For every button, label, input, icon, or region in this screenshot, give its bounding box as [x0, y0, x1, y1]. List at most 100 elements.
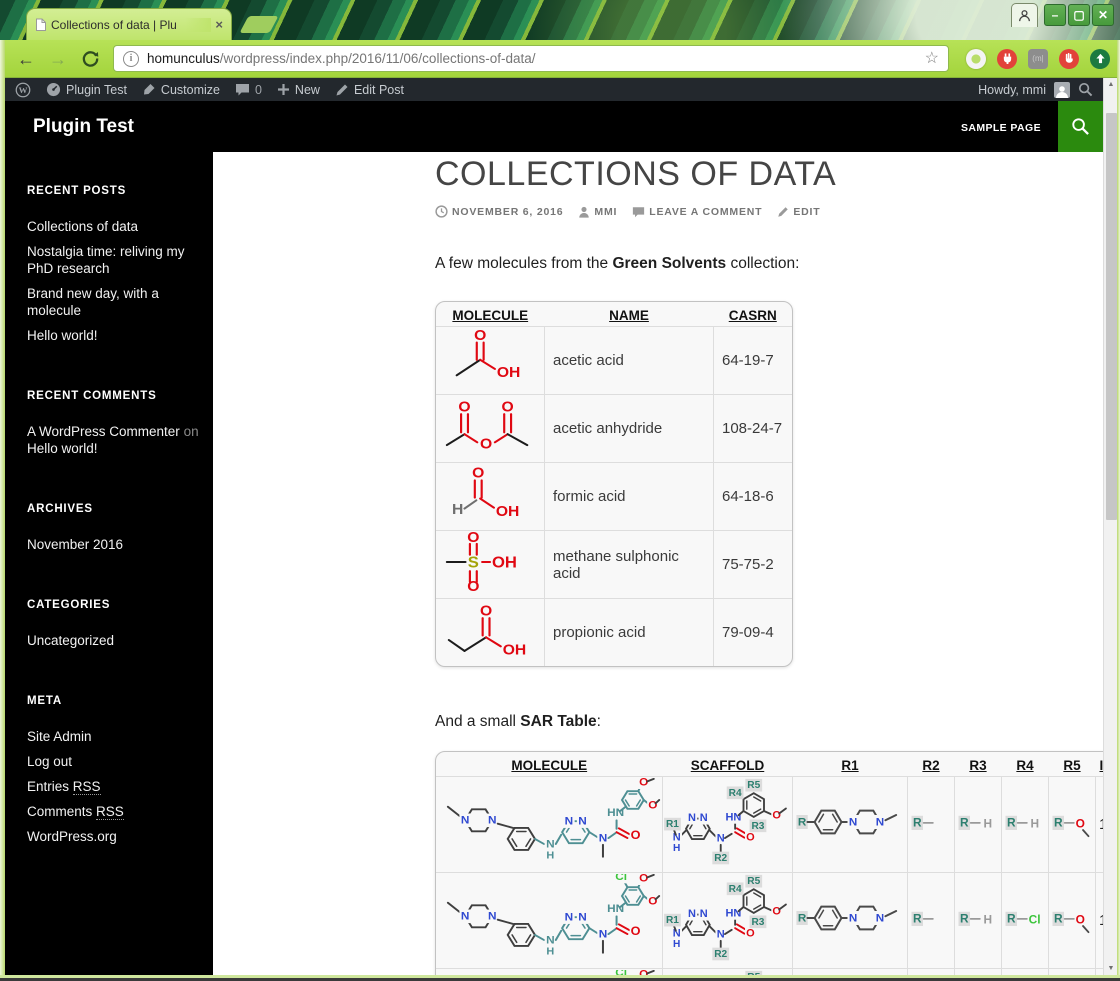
sidebar-link[interactable]: Collections of data: [27, 218, 195, 235]
svg-text:S: S: [468, 554, 479, 571]
sar-r5-cell: RO: [1048, 776, 1096, 873]
bookmark-star-icon[interactable]: ☆: [925, 50, 939, 67]
comment-post-link[interactable]: Hello world!: [27, 441, 98, 456]
minimize-button[interactable]: –: [1044, 4, 1066, 26]
page-info-icon[interactable]: i: [123, 50, 139, 67]
forward-button[interactable]: →: [49, 50, 67, 68]
svg-text:N: N: [546, 839, 555, 851]
admin-new[interactable]: New: [277, 83, 320, 97]
svg-text:N: N: [565, 816, 574, 828]
url-bar[interactable]: i homunculus/wordpress/index.php/2016/11…: [113, 45, 949, 72]
plus-icon: [277, 84, 289, 95]
admin-comments[interactable]: 0: [235, 83, 262, 97]
sidebar-meta-link[interactable]: WordPress.org: [27, 828, 195, 845]
svg-text:W: W: [19, 85, 28, 95]
sidebar-link[interactable]: Hello world!: [27, 327, 195, 344]
extension-hand-icon[interactable]: [1059, 48, 1079, 69]
col-id[interactable]: ID: [1096, 752, 1104, 777]
sar-paragraph: And a small SAR Table:: [435, 713, 601, 730]
new-tab-button[interactable]: [239, 16, 279, 33]
search-toggle-button[interactable]: [1058, 101, 1103, 152]
nav-sample-page[interactable]: SAMPLE PAGE: [961, 122, 1041, 134]
col-r4[interactable]: R4: [1002, 752, 1049, 777]
r-group-H: RH: [958, 815, 992, 830]
sar-table: MOLECULE SCAFFOLD R1 R2 R3 R4 R5 ID NNNH…: [435, 751, 1103, 975]
tab-close-icon[interactable]: ×: [215, 18, 223, 31]
scroll-down-arrow[interactable]: ▼: [1104, 962, 1118, 975]
molecule-structure-cell: H O OH: [436, 462, 545, 531]
scroll-up-arrow[interactable]: ▲: [1104, 78, 1118, 91]
extension-upload-icon[interactable]: [1090, 48, 1110, 69]
col-molecule[interactable]: MOLECULE: [436, 302, 545, 327]
extension-plug-icon[interactable]: [997, 48, 1017, 69]
howdy-text[interactable]: Howdy, mmi: [978, 83, 1046, 97]
admin-site-menu[interactable]: Plugin Test: [46, 82, 127, 97]
rss-abbr: RSS: [72, 779, 101, 795]
svg-text:O: O: [458, 399, 470, 415]
wp-logo-menu[interactable]: W: [15, 82, 31, 98]
site-title[interactable]: Plugin Test: [33, 116, 134, 138]
comment-author-link[interactable]: A WordPress Commenter: [27, 424, 180, 439]
molecule-name-cell: methane sulphonic acid: [544, 530, 714, 599]
edit-link[interactable]: EDIT: [777, 206, 820, 218]
admin-customize[interactable]: Customize: [142, 83, 220, 97]
sidebar-link[interactable]: Uncategorized: [27, 632, 195, 649]
col-r3[interactable]: R3: [955, 752, 1002, 777]
col-molecule[interactable]: MOLECULE: [436, 752, 663, 777]
browser-tab[interactable]: Collections of data | Plu ×: [26, 8, 232, 40]
wordpress-logo-icon: W: [15, 82, 31, 97]
scrollbar[interactable]: ▲ ▼: [1103, 78, 1117, 975]
svg-text:O: O: [1076, 913, 1085, 926]
sidebar-link[interactable]: November 2016: [27, 536, 195, 553]
sidebar-meta-link[interactable]: Site Admin: [27, 728, 195, 745]
r-group-H: RH: [1005, 815, 1039, 830]
sar-scaffold-structure: NNNHR1NR2OHNOR5R4R3: [664, 874, 787, 961]
sidebar-meta-link[interactable]: Entries RSS: [27, 778, 195, 795]
col-casrn[interactable]: CASRN: [714, 302, 793, 327]
profile-button[interactable]: [1011, 3, 1038, 27]
scrollbar-thumb[interactable]: [1106, 113, 1117, 520]
hand-icon: [1065, 53, 1073, 63]
svg-text:O: O: [467, 532, 479, 546]
sidebar-link[interactable]: Brand new day, with a molecule: [27, 285, 195, 319]
molecule-casrn-cell: 64-19-7: [713, 326, 792, 395]
col-scaffold[interactable]: SCAFFOLD: [663, 752, 793, 777]
sidebar-link[interactable]: Nostalgia time: reliving my PhD research: [27, 243, 195, 277]
reload-button[interactable]: [81, 49, 100, 68]
admin-site-name: Plugin Test: [66, 82, 127, 97]
molecule-structure-formic-acid: H O OH: [452, 465, 519, 520]
extension-markdown-icon[interactable]: (m|: [1028, 48, 1048, 69]
svg-text:O: O: [639, 778, 648, 789]
post-author[interactable]: MMI: [578, 206, 617, 218]
new-label: New: [294, 82, 320, 97]
col-r2[interactable]: R2: [908, 752, 955, 777]
dashboard-gauge-icon: [46, 82, 61, 97]
post-date[interactable]: NOVEMBER 6, 2016: [435, 205, 563, 218]
avatar[interactable]: [1054, 81, 1070, 98]
col-r1[interactable]: R1: [793, 752, 908, 777]
sar-molecule-structure: N NNHN NN OHNOO: [446, 778, 661, 862]
r1-group-structure: RNN: [796, 905, 898, 931]
close-button[interactable]: ✕: [1092, 4, 1114, 26]
back-button[interactable]: ←: [17, 50, 35, 68]
molecule-structure-cell: O O O: [436, 394, 545, 463]
leave-comment-link[interactable]: LEAVE A COMMENT: [632, 206, 762, 218]
r-group-methyl: R: [911, 815, 934, 830]
admin-edit-post[interactable]: Edit Post: [335, 83, 404, 97]
molecule-name-cell: acetic acid: [544, 326, 714, 395]
sar-r1-cell: RNN: [792, 776, 908, 873]
reload-icon: [82, 51, 99, 67]
maximize-button[interactable]: ▢: [1068, 4, 1090, 26]
svg-text:R: R: [913, 913, 922, 926]
col-r5[interactable]: R5: [1049, 752, 1096, 777]
col-name[interactable]: NAME: [545, 302, 714, 327]
admin-search-icon[interactable]: [1078, 82, 1093, 97]
sar-r3-cell: RH: [954, 872, 1002, 969]
widget-title: CATEGORIES: [27, 599, 111, 611]
svg-text:H: H: [546, 850, 554, 862]
wp-admin-bar: W Plugin Test Customize 0 New Edit Post …: [0, 78, 1103, 101]
sidebar-meta-link[interactable]: Log out: [27, 753, 195, 770]
extension-donut-icon[interactable]: [966, 48, 986, 69]
sidebar-meta-link[interactable]: Comments RSS: [27, 803, 195, 820]
screen: Collections of data | Plu × – ▢ ✕ ← → i …: [0, 0, 1120, 981]
